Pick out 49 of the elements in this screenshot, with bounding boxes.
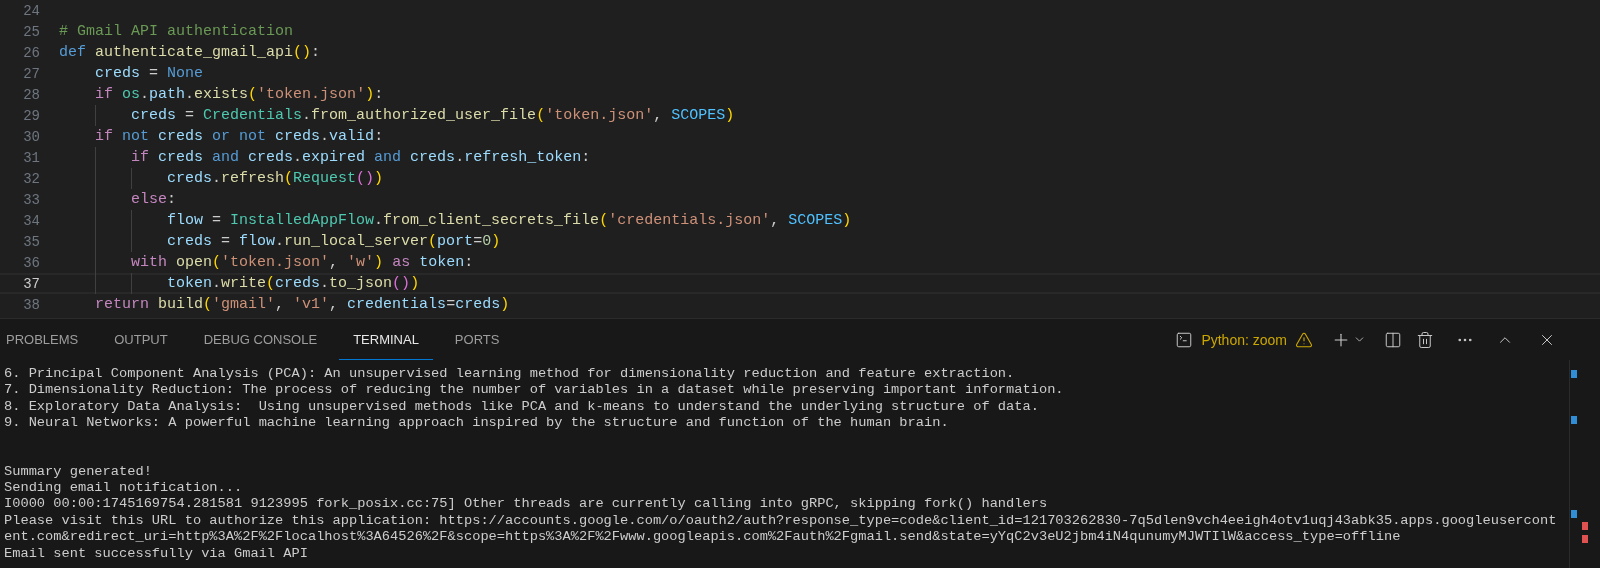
line-number: 36: [22, 254, 40, 271]
panel-tab[interactable]: TERMINAL: [339, 319, 433, 360]
terminal-line: I0000 00:00:1745169754.281581 9123995 fork_posix.cc:75] Other threads are currently calling into gRPC, skipping fork() handlers: [4, 496, 1049, 513]
code-line: with open('token.json', 'w') as token:: [59, 254, 474, 271]
line-number: 29: [22, 107, 40, 124]
terminal-line: Summary generated!: [4, 463, 153, 480]
line-number: 24: [22, 2, 40, 19]
warning-icon[interactable]: [1295, 330, 1313, 349]
line-number: 26: [22, 44, 40, 61]
code-line: creds.refresh(Request()): [59, 170, 384, 187]
line-number: 33: [22, 191, 40, 208]
line-number: 32: [22, 170, 40, 187]
line-number: 25: [22, 23, 40, 40]
code-line: def authenticate_gmail_api():: [59, 44, 321, 61]
code-line: creds = flow.run_local_server(port=0): [59, 233, 501, 250]
line-number: 30: [22, 128, 40, 145]
terminal-line: ent.com&redirect_uri=http%3A%2F%2Flocalhost%3A64526%2F&scope=https%3A%2F%2Fwww.googleapis.com%2Fauth%2Fgmail.send&state=yYqC2v3eU2jbm4iN4qunumyMJWTIlW&access_type=offline: [4, 529, 1402, 546]
code-line: creds = None: [94, 65, 204, 82]
panel-tab[interactable]: PORTS: [440, 319, 514, 360]
line-number: 34: [22, 212, 40, 229]
panel-tab[interactable]: PROBLEMS: [4, 319, 93, 360]
panel-tab[interactable]: DEBUG CONSOLE: [189, 319, 332, 360]
code-line: else:: [59, 191, 177, 208]
code-line: if not creds or not creds.valid:: [94, 128, 384, 145]
code-line: if creds and creds.expired and creds.refresh_token:: [59, 149, 591, 166]
code-line: creds = Credentials.from_authorized_user_file('token.json', SCOPES): [59, 107, 735, 124]
terminal-line: Email sent successfully via Gmail API: [4, 545, 309, 562]
terminal-line: Sending email notification...: [4, 479, 244, 497]
terminal-name[interactable]: Python: zoom: [1201, 331, 1287, 348]
terminal-line: Please visit this URL to authorize this application: https://accounts.google.com/o/oauth2/auth?response_type=code&client_id=121703262830-7q5dlen9vch4eeigh4otv1uqj43abk35.apps.googleusercont: [4, 512, 1558, 530]
terminal-line: 8. Exploratory Data Analysis: Using unsupervised methods like PCA and k-means to understand the underlying structure of data.: [4, 398, 1040, 416]
line-number: 38: [22, 296, 40, 313]
panel-tab[interactable]: OUTPUT: [100, 319, 182, 360]
line-number: 28: [22, 86, 40, 103]
terminal-line: 6. Principal Component Analysis (PCA): An unsupervised learning method for dimensionality reduction and feature extraction.: [4, 366, 1016, 383]
line-number: 35: [22, 233, 40, 250]
code-line: if os.path.exists('token.json'):: [94, 86, 384, 103]
line-number: 31: [22, 149, 40, 166]
code-line: flow = InstalledAppFlow.from_client_secrets_file('credentials.json', SCOPES): [59, 212, 852, 229]
trash-icon[interactable]: [1416, 330, 1434, 349]
code-line: token.write(creds.to_json()): [59, 275, 420, 292]
terminal-icon[interactable]: [1175, 330, 1194, 349]
terminal-line: 7. Dimensionality Reduction: The process of reducing the number of variables in a dataset while preserving important information.: [4, 382, 1065, 399]
split-icon[interactable]: [1384, 330, 1402, 349]
terminal-line: 9. Neural Networks: A powerful machine learning approach inspired by the structure and function of the human brain.: [4, 415, 950, 432]
code-line: return build('gmail', 'v1', credentials=creds): [94, 296, 510, 313]
code-line: # Gmail API authentication: [59, 23, 294, 40]
line-number: 27: [22, 65, 40, 82]
line-number: 37: [22, 275, 40, 292]
